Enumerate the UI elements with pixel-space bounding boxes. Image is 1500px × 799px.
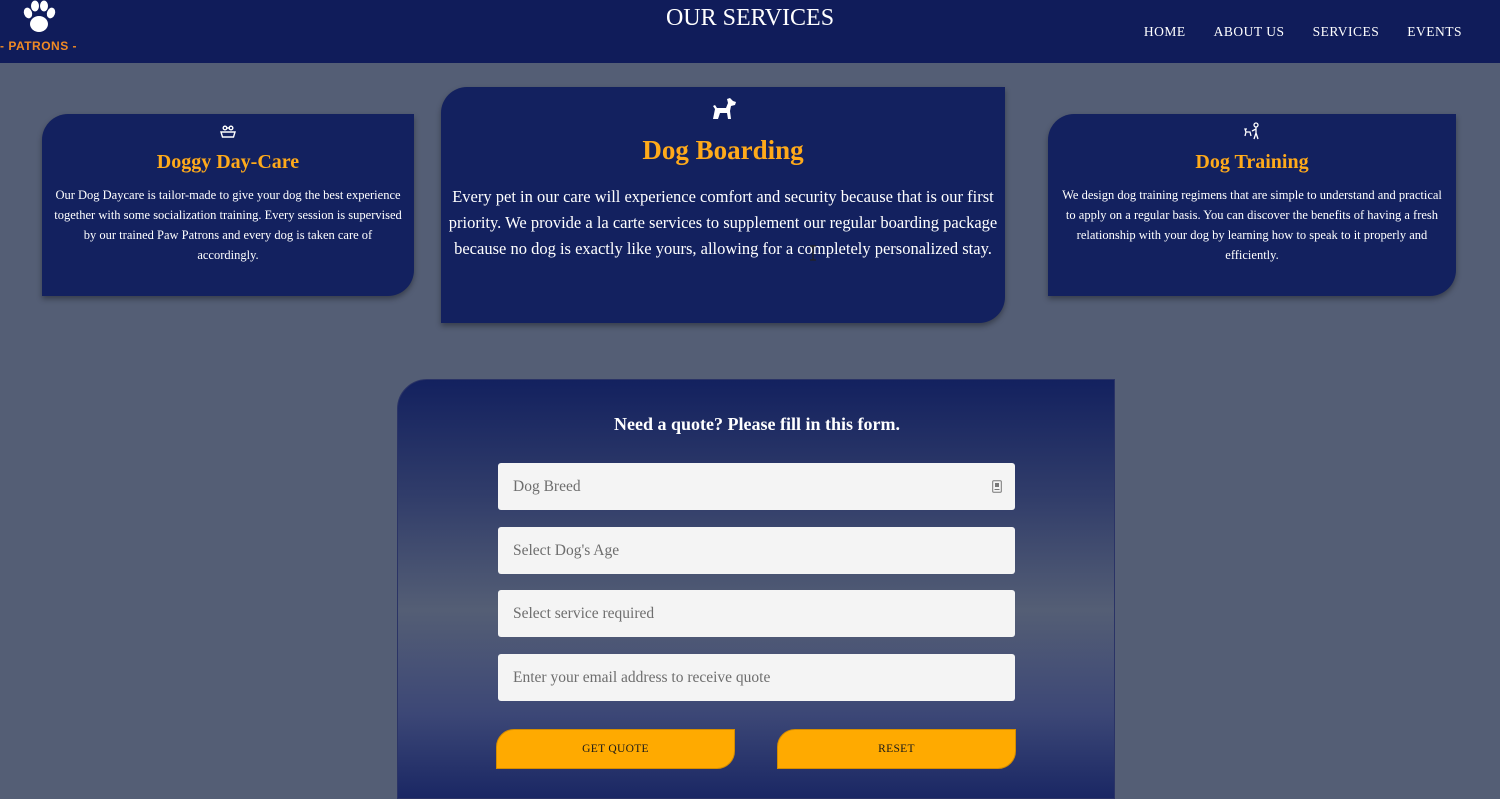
dog-icon	[713, 98, 736, 119]
card-title: Doggy Day-Care	[156, 151, 300, 173]
card-text: Every pet in our care will experience co…	[448, 187, 998, 258]
card-title: Dog Training	[1195, 151, 1309, 173]
form-heading: Need a quote? Please fill in this form.	[614, 414, 900, 434]
dog-breed-input[interactable]	[498, 463, 1015, 510]
text-cursor-icon	[810, 245, 816, 261]
card-text: We design dog training regimens that are…	[1062, 188, 1442, 262]
logo-text: - PATRONS -	[0, 39, 78, 53]
card-title: Dog Boarding	[642, 135, 804, 165]
nav-services[interactable]: SERVICES	[1313, 24, 1380, 40]
nav-events[interactable]: EVENTS	[1407, 24, 1462, 40]
dog-age-select[interactable]	[498, 527, 1015, 574]
get-quote-button[interactable]: GET QUOTE	[496, 729, 735, 769]
nav-about-us[interactable]: ABOUT US	[1214, 24, 1285, 40]
autofill-icon[interactable]	[992, 480, 1002, 493]
dog-bowl-icon	[220, 125, 236, 138]
site-header: - PATRONS - OUR SERVICES HOME ABOUT US S…	[0, 0, 1500, 63]
service-card-day-care: Doggy Day-Care Our Dog Daycare is tailor…	[42, 114, 414, 296]
quote-form-panel: Need a quote? Please fill in this form. …	[397, 379, 1115, 799]
service-card-boarding: Dog Boarding Every pet in our care will …	[441, 87, 1005, 323]
reset-button[interactable]: RESET	[777, 729, 1016, 769]
service-select[interactable]	[498, 590, 1015, 637]
email-input[interactable]	[498, 654, 1015, 701]
card-text: Our Dog Daycare is tailor-made to give y…	[54, 188, 402, 262]
main-nav: HOME ABOUT US SERVICES EVENTS	[1144, 24, 1462, 40]
nav-home[interactable]: HOME	[1144, 24, 1186, 40]
service-card-training: Dog Training We design dog training regi…	[1048, 114, 1456, 296]
dog-trainer-icon	[1244, 122, 1259, 140]
